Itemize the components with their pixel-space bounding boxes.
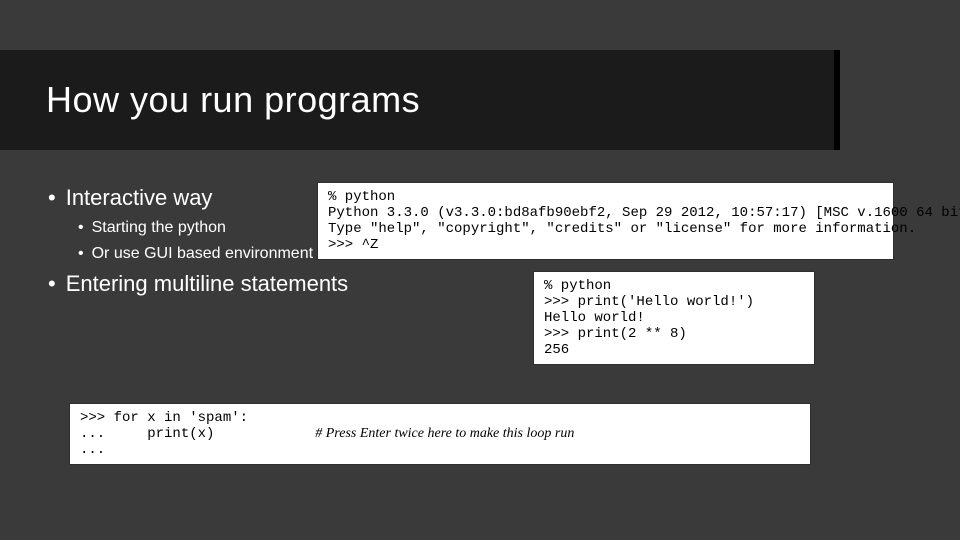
bullet-l2: •Starting the python [78, 215, 348, 241]
bullet-text: Or use GUI based environment [92, 245, 313, 262]
bullet-text: Entering multiline statements [66, 271, 348, 296]
bullet-text: Interactive way [66, 185, 213, 210]
code-sample-multiline: >>> for x in 'spam': ... print(x) # Pres… [70, 404, 810, 464]
slide-title: How you run programs [46, 79, 420, 121]
bullet-text: Starting the python [92, 219, 226, 236]
slide-body: •Interactive way •Starting the python •O… [48, 180, 348, 302]
bullet-l1: •Entering multiline statements [48, 266, 348, 301]
code-sample-python-banner: % python Python 3.3.0 (v3.3.0:bd8afb90eb… [318, 183, 893, 259]
code-sample-hello: % python >>> print('Hello world!') Hello… [534, 272, 814, 364]
bullet-l2: •Or use GUI based environment [78, 241, 348, 267]
slide-title-bar: How you run programs [0, 50, 840, 150]
bullet-l1: •Interactive way [48, 180, 348, 215]
